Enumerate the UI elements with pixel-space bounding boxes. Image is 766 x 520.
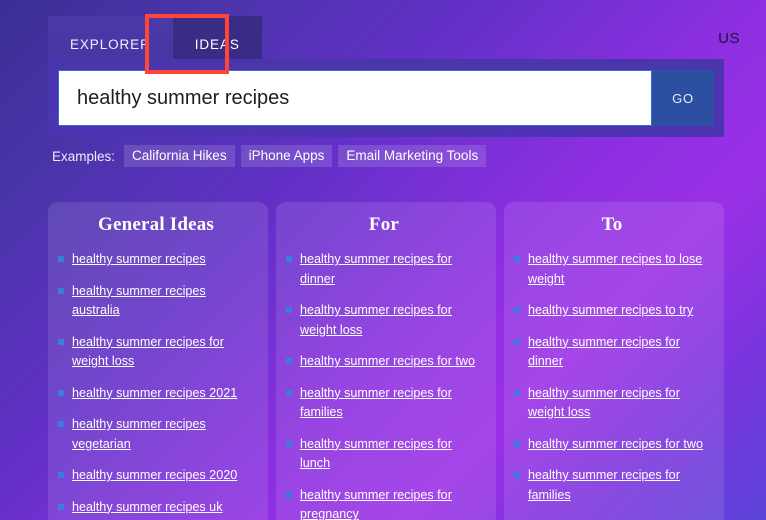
example-chip[interactable]: Email Marketing Tools [338, 145, 487, 167]
keyword-link[interactable]: healthy summer recipes for pregnancy [300, 486, 482, 520]
list-item: healthy summer recipes 2020 [58, 466, 254, 486]
keyword-link[interactable]: healthy summer recipes for families [300, 384, 482, 423]
keyword-link[interactable]: healthy summer recipes uk [72, 498, 223, 518]
examples-chip-group: California Hikes iPhone Apps Email Marketi… [124, 145, 487, 167]
square-bullet-icon [286, 307, 292, 314]
square-bullet-icon [286, 256, 292, 262]
search-input[interactable] [58, 70, 652, 126]
list-item: healthy summer recipes for families [286, 384, 482, 423]
example-chip[interactable]: California Hikes [124, 145, 235, 167]
keyword-link[interactable]: healthy summer recipes for dinner [528, 333, 710, 372]
column-title: To [601, 214, 623, 235]
list-item: healthy summer recipes for dinner [286, 250, 482, 289]
list-item: healthy summer recipes [58, 250, 254, 270]
square-bullet-icon [58, 503, 64, 510]
list-item: healthy summer recipes for weight loss [286, 301, 482, 340]
results-column: General Ideas healthy summer recipes healt… [48, 202, 268, 520]
square-bullet-icon [58, 256, 64, 262]
list-item: healthy summer recipes to lose weight [514, 250, 710, 289]
keyword-link[interactable]: healthy summer recipes to try [528, 301, 693, 321]
keyword-link[interactable]: healthy summer recipes for weight loss [72, 333, 254, 372]
keyword-link[interactable]: healthy summer recipes for two [300, 352, 475, 372]
keyword-link[interactable]: healthy summer recipes for families [528, 466, 710, 505]
example-chip[interactable]: iPhone Apps [240, 145, 333, 167]
list-item: healthy summer recipes for lunch [286, 435, 482, 474]
list-item: healthy summer recipes for weight loss [514, 384, 710, 423]
keyword-link[interactable]: healthy summer recipes for lunch [300, 435, 482, 474]
keyword-link[interactable]: healthy summer recipes for weight loss [300, 301, 482, 340]
square-bullet-icon [58, 338, 64, 345]
keyword-list: healthy summer recipes to lose weight hea… [514, 250, 710, 520]
list-item: healthy summer recipes uk [58, 498, 254, 518]
search-panel: GO [48, 59, 724, 137]
list-item: healthy summer recipes for dinner [514, 333, 710, 372]
square-bullet-icon [58, 472, 64, 479]
column-title: General Ideas [97, 214, 215, 235]
list-item: healthy summer recipes for weight loss [58, 333, 254, 372]
square-bullet-icon [58, 389, 64, 396]
keyword-link[interactable]: healthy summer recipes [72, 250, 206, 270]
keyword-list: healthy summer recipes healthy summer rec… [58, 250, 254, 520]
keyword-list: healthy summer recipes for dinner healthy… [286, 250, 482, 520]
keyword-link[interactable]: healthy summer recipes to lose weight [528, 250, 710, 289]
square-bullet-icon [58, 287, 64, 294]
square-bullet-icon [286, 358, 292, 365]
examples-label: Examples: [52, 148, 116, 164]
keyword-link[interactable]: healthy summer recipes for two [528, 435, 703, 455]
locale-label[interactable]: US [718, 30, 740, 47]
list-item: healthy summer recipes for two [286, 352, 482, 372]
square-bullet-icon [286, 389, 292, 396]
square-bullet-icon [514, 338, 520, 345]
keyword-link[interactable]: healthy summer recipes 2021 [72, 384, 237, 404]
keyword-link[interactable]: healthy summer recipes for dinner [300, 250, 482, 289]
results-columns: General Ideas healthy summer recipes healt… [48, 202, 724, 520]
list-item: healthy summer recipes 2021 [58, 384, 254, 404]
list-item: healthy summer recipes for pregnancy [286, 486, 482, 520]
square-bullet-icon [514, 389, 520, 396]
square-bullet-icon [514, 256, 520, 262]
square-bullet-icon [514, 472, 520, 479]
list-item: healthy summer recipes to try [514, 301, 710, 321]
square-bullet-icon [286, 491, 292, 498]
list-item: healthy summer recipes vegetarian [58, 415, 254, 454]
square-bullet-icon [286, 440, 292, 447]
list-item: healthy summer recipes for two [514, 435, 710, 455]
keyword-link[interactable]: healthy summer recipes vegetarian [72, 415, 254, 454]
square-bullet-icon [514, 307, 520, 314]
search-go-button[interactable]: GO [652, 70, 714, 126]
results-column: To healthy summer recipes to lose weight h… [504, 202, 724, 520]
column-title: For [368, 214, 400, 235]
results-column: For healthy summer recipes for dinner heal… [276, 202, 496, 520]
keyword-link[interactable]: healthy summer recipes 2020 [72, 466, 237, 486]
list-item: healthy summer recipes australia [58, 282, 254, 321]
keyword-link[interactable]: healthy summer recipes for weight loss [528, 384, 710, 423]
square-bullet-icon [514, 440, 520, 447]
examples-row: Examples: California Hikes iPhone Apps Ema… [52, 145, 487, 167]
keyword-link[interactable]: healthy summer recipes australia [72, 282, 254, 321]
list-item: healthy summer recipes for families [514, 466, 710, 505]
square-bullet-icon [58, 421, 64, 428]
